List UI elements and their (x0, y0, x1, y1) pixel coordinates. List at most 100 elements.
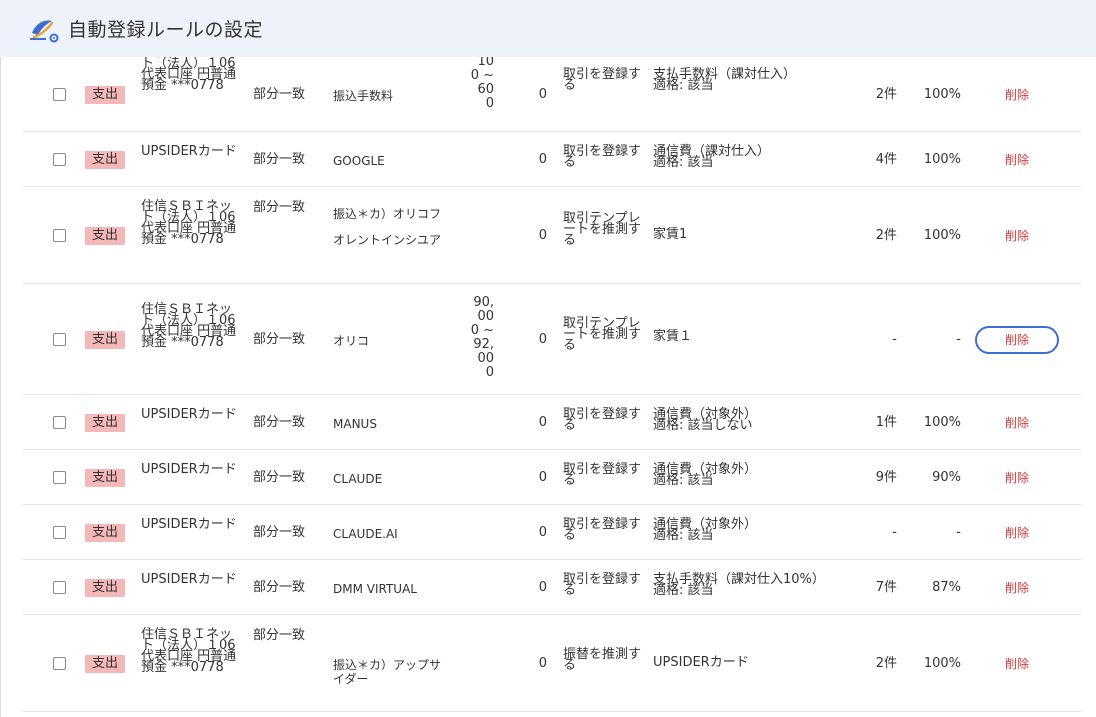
match-type: 部分一致 (253, 414, 306, 430)
row-checkbox[interactable] (53, 525, 66, 539)
type-badge: 支出 (85, 654, 125, 673)
match-count: 9件 (875, 469, 897, 485)
account-name: 住信ＳＢＩネット（法人）１06 代表口座 円普通預金 ***0778 (141, 627, 237, 675)
priority-value: 0 (538, 524, 547, 540)
type-badge: 支出 (85, 150, 125, 169)
priority-value: 0 (538, 469, 547, 485)
keyword: GOOGLE (333, 153, 385, 168)
rule-action: 取引テンプレートを推測する (563, 211, 642, 248)
account-name: UPSIDERカード (141, 517, 237, 532)
match-rate: 100% (923, 414, 961, 430)
match-count: 2件 (875, 227, 897, 243)
delete-button[interactable]: 削除 (975, 146, 1059, 174)
table-row: 支出住信ＳＢＩネット（法人）１06 代表口座 円普通預金 ***0778部分一致… (23, 284, 1081, 395)
rule-result: 通信費（課対仕入） 適格: 該当 (653, 144, 771, 170)
priority-value: 0 (538, 227, 547, 243)
row-checkbox[interactable] (53, 415, 66, 429)
keyword: 振込＊カ）アップサイダー (333, 657, 442, 686)
amount-range: 10 0 ~ 60 0 (470, 54, 494, 111)
rule-result: 通信費（対象外） 適格: 該当 (653, 517, 758, 543)
rule-action: 取引を登録する (563, 462, 642, 488)
account-name: UPSIDERカード (141, 144, 237, 159)
keyword: CLAUDE (333, 471, 383, 486)
match-rate: 90% (932, 469, 961, 485)
rule-action: 取引を登録する (563, 517, 642, 543)
match-count: 2件 (875, 86, 897, 102)
row-checkbox[interactable] (53, 152, 66, 166)
rule-action: 取引を登録する (563, 407, 642, 433)
delete-button[interactable]: 削除 (975, 81, 1059, 109)
account-name: UPSIDERカード (141, 462, 237, 477)
priority-value: 0 (538, 331, 547, 347)
table-row: 支出住信ＳＢＩネット（法人）１06 代表口座 円普通預金 ***0778 部分一致… (23, 615, 1081, 712)
row-checkbox[interactable] (53, 470, 66, 484)
rule-result: 通信費（対象外） 適格: 該当しない (653, 407, 758, 433)
match-rate: 100% (923, 655, 961, 671)
table-row: 支出 UPSIDERカード 部分一致 GOOGLE 0 取引を登録する 通信費（課対仕入） … (23, 132, 1081, 187)
keyword: CLAUDE.AI (333, 526, 398, 541)
priority-value: 0 (538, 579, 547, 595)
priority-value: 0 (538, 151, 547, 167)
match-type: 部分一致 (253, 628, 306, 643)
keyword: 振込＊カ）オリコフオレントインシユア (333, 207, 442, 247)
account-name: 住信ＳＢＩネット（法人）１06 代表口座 円普通預金 ***0778 (141, 199, 237, 247)
match-type: 部分一致 (253, 579, 306, 595)
delete-button[interactable]: 削除 (975, 519, 1059, 547)
rule-result: 家賃1 (653, 227, 688, 242)
rule-result: UPSIDERカード (653, 655, 749, 670)
row-checkbox[interactable] (53, 656, 66, 670)
type-badge: 支出 (85, 226, 125, 245)
page-header: 自動登録ルールの設定 (0, 0, 1096, 57)
table-row: 支出住信ＳＢＩネット（法人）１06 代表口座 円普通預金 ***0778部分一致… (23, 46, 1081, 132)
type-badge: 支出 (85, 578, 125, 597)
priority-value: 0 (538, 86, 547, 102)
amount-range: 90, 00 0 ~ 92, 00 0 (470, 295, 494, 380)
match-type: 部分一致 (253, 469, 306, 485)
page-title: 自動登録ルールの設定 (68, 19, 264, 41)
delete-button[interactable]: 削除 (975, 325, 1059, 354)
rule-result: 家賃１ (653, 329, 693, 344)
match-count: 1件 (875, 414, 897, 430)
type-badge: 支出 (85, 523, 125, 542)
delete-button[interactable]: 削除 (975, 409, 1059, 437)
match-count: - (892, 524, 897, 540)
rule-result: 支払手数料（課対仕入） 適格: 該当 (653, 67, 797, 93)
match-type: 部分一致 (253, 151, 306, 167)
rule-action: 取引を登録する (563, 572, 642, 598)
match-count: 7件 (875, 579, 897, 595)
row-checkbox[interactable] (53, 580, 66, 594)
delete-button[interactable]: 削除 (975, 464, 1059, 492)
rule-result: 通信費（対象外） 適格: 該当 (653, 462, 758, 488)
keyword: オリコ (333, 333, 370, 348)
rule-settings-icon (26, 11, 62, 47)
keyword: 振込手数料 (333, 88, 394, 103)
type-badge: 支出 (85, 85, 125, 104)
type-badge: 支出 (85, 413, 125, 432)
rule-action: 取引テンプレートを推測する (563, 316, 642, 353)
keyword: MANUS (333, 416, 377, 431)
delete-button[interactable]: 削除 (975, 574, 1059, 602)
match-rate: 100% (923, 227, 961, 243)
row-checkbox[interactable] (53, 332, 66, 346)
priority-value: 0 (538, 655, 547, 671)
row-checkbox[interactable] (53, 228, 66, 242)
match-rate: 100% (923, 86, 961, 102)
delete-button[interactable]: 削除 (975, 650, 1059, 678)
match-type: 部分一致 (253, 524, 306, 540)
match-rate: 87% (932, 579, 961, 595)
match-type: 部分一致 (253, 200, 306, 215)
match-count: 4件 (875, 151, 897, 167)
account-name: UPSIDERカード (141, 572, 237, 587)
match-rate: - (956, 524, 961, 540)
keyword: DMM VIRTUAL (333, 581, 417, 596)
row-checkbox[interactable] (53, 87, 66, 101)
delete-button[interactable]: 削除 (975, 222, 1059, 250)
rule-action: 取引を登録する (563, 67, 642, 93)
match-rate: - (956, 331, 961, 347)
table-row: 支出住信ＳＢＩネット（法人）１06 代表口座 円普通預金 ***0778 部分一致… (23, 187, 1081, 284)
rule-action: 取引を登録する (563, 144, 642, 170)
match-type: 部分一致 (253, 86, 306, 102)
account-name: UPSIDERカード (141, 407, 237, 422)
rule-action: 振替を推測する (563, 647, 642, 673)
match-count: 2件 (875, 655, 897, 671)
